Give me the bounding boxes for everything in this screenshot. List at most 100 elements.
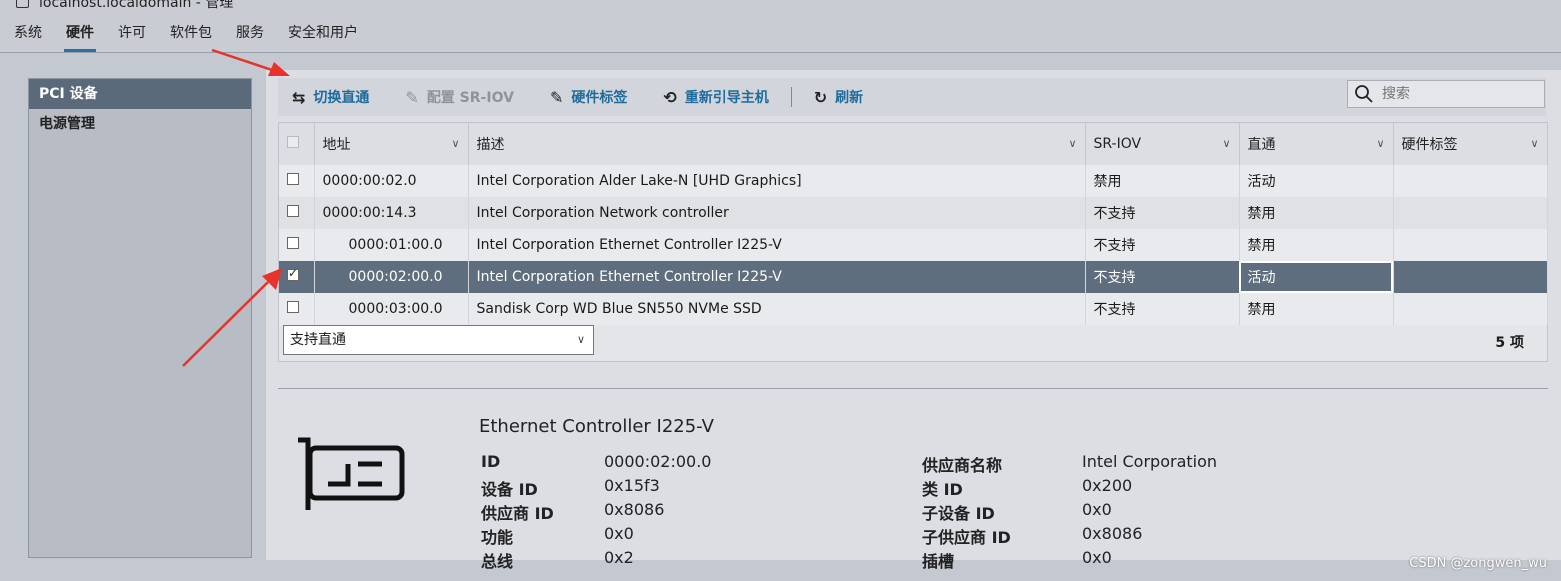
row-checkbox[interactable] <box>287 205 299 217</box>
cell-sriov: 不支持 <box>1085 229 1240 261</box>
detail-key: 类 ID <box>922 480 963 499</box>
detail-value: 0x15f3 <box>604 476 660 495</box>
cell-hardware-label <box>1393 197 1548 229</box>
device-title: Ethernet Controller I225-V <box>479 416 714 437</box>
item-count: 5 项 <box>1495 335 1524 351</box>
pci-card-icon <box>298 437 405 510</box>
detail-key: 设备 ID <box>481 480 538 499</box>
swap-icon: ⇆ <box>292 87 306 107</box>
cell-address: 0000:02:00.0 <box>314 261 469 293</box>
cell-description: Intel Corporation Network controller <box>468 197 1086 229</box>
cell-description: Intel Corporation Ethernet Controller I2… <box>468 261 1086 293</box>
cell-hardware-label <box>1393 165 1548 197</box>
window-title: localhost.localdomain - 管理 <box>16 0 233 12</box>
table-row[interactable]: 0000:00:14.3 Intel Corporation Network c… <box>279 197 1548 229</box>
detail-value: 0x2 <box>604 548 634 567</box>
menu-hardware[interactable]: 硬件 <box>64 22 96 52</box>
cell-description: Intel Corporation Alder Lake-N [UHD Grap… <box>468 165 1086 197</box>
cell-address: 0000:00:14.3 <box>314 197 469 229</box>
cell-sriov: 不支持 <box>1085 261 1240 293</box>
cell-passthrough[interactable]: 活动 <box>1239 261 1394 293</box>
row-checkbox[interactable] <box>287 237 299 249</box>
search-box[interactable] <box>1347 80 1545 108</box>
host-icon <box>16 0 29 8</box>
row-checkbox-checked[interactable] <box>287 266 299 281</box>
chevron-down-icon[interactable]: ∨ <box>1222 137 1230 150</box>
detail-key: 子设备 ID <box>922 504 995 523</box>
cell-sriov: 不支持 <box>1085 197 1240 229</box>
table-row[interactable]: 0000:00:02.0 Intel Corporation Alder Lak… <box>279 165 1548 197</box>
main-panel: ⇆ 切换直通 ✎ 配置 SR-IOV ✎ 硬件标签 ⟲ 重新引导主机 ↻ 刷新 <box>266 70 1561 571</box>
cell-hardware-label <box>1393 261 1548 293</box>
column-header-description[interactable]: 描述 ∨ <box>468 123 1086 165</box>
passthrough-filter-select[interactable]: 支持直通 ∨ <box>283 325 594 355</box>
table-row-selected[interactable]: 0000:02:00.0 Intel Corporation Ethernet … <box>279 261 1548 293</box>
detail-value: 0x200 <box>1082 476 1133 495</box>
chevron-down-icon[interactable]: ∨ <box>451 137 459 150</box>
divider <box>278 388 1548 389</box>
cell-passthrough: 禁用 <box>1239 197 1394 229</box>
cell-description: Sandisk Corp WD Blue SN550 NVMe SSD <box>468 293 1086 325</box>
chevron-down-icon[interactable]: ∨ <box>1068 137 1076 150</box>
detail-value: 0x0 <box>1082 548 1112 567</box>
refresh-icon: ↻ <box>813 87 828 107</box>
reboot-host-button[interactable]: ⟲ 重新引导主机 <box>663 87 768 107</box>
configure-sriov-button[interactable]: ✎ 配置 SR-IOV <box>405 87 514 107</box>
cell-hardware-label <box>1393 293 1548 325</box>
refresh-button[interactable]: ↻ 刷新 <box>814 87 863 107</box>
detail-value: 0x8086 <box>604 500 665 519</box>
detail-value: 0x0 <box>604 524 634 543</box>
row-checkbox[interactable] <box>287 173 299 185</box>
detail-key: 功能 <box>481 528 514 547</box>
menu-security-users[interactable]: 安全和用户 <box>288 22 358 48</box>
sidebar: PCI 设备 电源管理 <box>28 78 252 558</box>
table-row[interactable]: 0000:03:00.0 Sandisk Corp WD Blue SN550 … <box>279 293 1548 325</box>
chevron-down-icon[interactable]: ∨ <box>1376 137 1384 150</box>
detail-value: 0x0 <box>1082 500 1112 519</box>
cell-description: Intel Corporation Ethernet Controller I2… <box>468 229 1086 261</box>
reboot-icon: ⟲ <box>663 87 677 107</box>
menu-system[interactable]: 系统 <box>14 22 42 48</box>
column-header-address[interactable]: 地址 ∨ <box>314 123 469 165</box>
cell-sriov: 禁用 <box>1085 165 1240 197</box>
menu-license[interactable]: 许可 <box>118 22 146 48</box>
cell-passthrough: 禁用 <box>1239 229 1394 261</box>
detail-key: ID <box>481 452 501 471</box>
hardware-label-button[interactable]: ✎ 硬件标签 <box>550 87 627 107</box>
watermark: CSDN @zongwen_wu <box>1409 556 1547 571</box>
column-header-hardware-label[interactable]: 硬件标签 ∨ <box>1393 123 1548 165</box>
cell-passthrough: 活动 <box>1239 165 1394 197</box>
select-all-header <box>279 123 315 165</box>
detail-value: Intel Corporation <box>1082 452 1218 471</box>
sidebar-item-pci-devices[interactable]: PCI 设备 <box>29 79 251 109</box>
detail-value: 0000:02:00.0 <box>604 452 712 471</box>
detail-key: 插槽 <box>922 552 955 571</box>
search-input[interactable] <box>1380 85 1534 103</box>
table-row[interactable]: 0000:01:00.0 Intel Corporation Ethernet … <box>279 229 1548 261</box>
chevron-down-icon[interactable]: ∨ <box>1530 137 1538 150</box>
detail-key: 供应商名称 <box>922 456 1003 475</box>
sidebar-item-power-management[interactable]: 电源管理 <box>29 109 251 139</box>
detail-value: 0x8086 <box>1082 524 1143 543</box>
cell-hardware-label <box>1393 229 1548 261</box>
chevron-down-icon: ∨ <box>576 333 585 346</box>
search-icon <box>1355 85 1373 103</box>
cell-address: 0000:01:00.0 <box>314 229 469 261</box>
row-checkbox[interactable] <box>287 301 299 313</box>
pencil-icon: ✎ <box>405 87 419 107</box>
column-header-sriov[interactable]: SR-IOV ∨ <box>1085 123 1240 165</box>
detail-key: 供应商 ID <box>481 504 554 523</box>
toggle-passthrough-button[interactable]: ⇆ 切换直通 <box>292 87 369 107</box>
select-all-checkbox[interactable] <box>287 136 299 148</box>
menu-packages[interactable]: 软件包 <box>170 22 212 48</box>
toolbar-separator <box>790 87 792 107</box>
cell-address: 0000:00:02.0 <box>314 165 469 197</box>
top-bar: localhost.localdomain - 管理 系统 硬件 许可 软件包 … <box>0 0 1561 53</box>
cell-sriov: 不支持 <box>1085 293 1240 325</box>
cell-address: 0000:03:00.0 <box>314 293 469 325</box>
detail-key: 总线 <box>481 552 514 571</box>
table-footer: 支持直通 ∨ 5 项 <box>278 324 1546 364</box>
menu-services[interactable]: 服务 <box>236 22 264 48</box>
pencil-icon: ✎ <box>549 87 564 107</box>
column-header-passthrough[interactable]: 直通 ∨ <box>1239 123 1394 165</box>
